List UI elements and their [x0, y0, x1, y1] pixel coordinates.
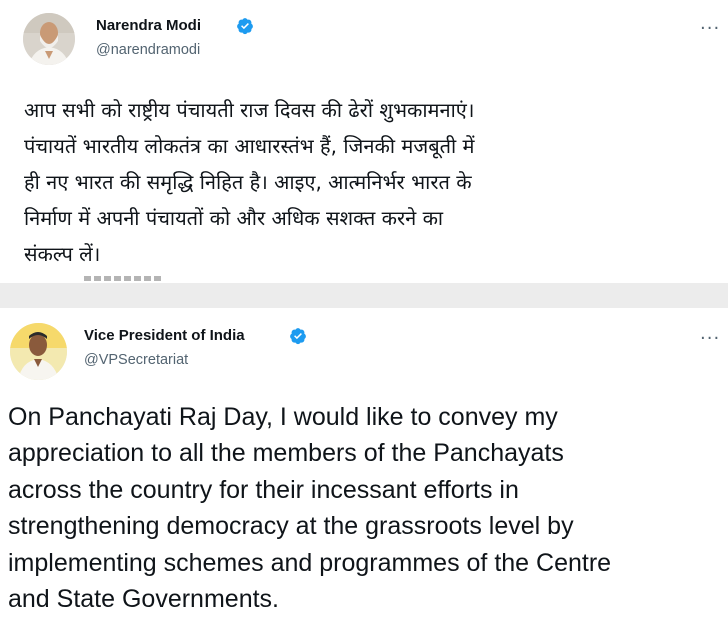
- cropped-content-remnant: [84, 276, 162, 281]
- verified-badge-icon: [290, 328, 306, 345]
- divider: [0, 283, 728, 308]
- more-options-icon[interactable]: ···: [700, 330, 720, 348]
- avatar[interactable]: [10, 323, 67, 380]
- author-name[interactable]: Vice President of India: [84, 327, 245, 344]
- more-options-icon[interactable]: ···: [700, 20, 720, 38]
- tweet-card-narendra-modi[interactable]: Narendra Modi @narendramodi ··· आप सभी क…: [0, 0, 728, 283]
- verified-badge-icon: [237, 18, 253, 35]
- author-handle[interactable]: @VPSecretariat: [84, 352, 188, 368]
- author-name[interactable]: Narendra Modi: [96, 17, 201, 34]
- tweet-text: On Panchayati Raj Day, I would like to c…: [8, 403, 612, 614]
- profile-photo-icon: [10, 323, 67, 380]
- profile-photo-icon: [23, 13, 75, 65]
- avatar[interactable]: [23, 13, 75, 65]
- tweet-text: आप सभी को राष्ट्रीय पंचायती राज दिवस की …: [24, 98, 475, 266]
- author-handle[interactable]: @narendramodi: [96, 42, 200, 58]
